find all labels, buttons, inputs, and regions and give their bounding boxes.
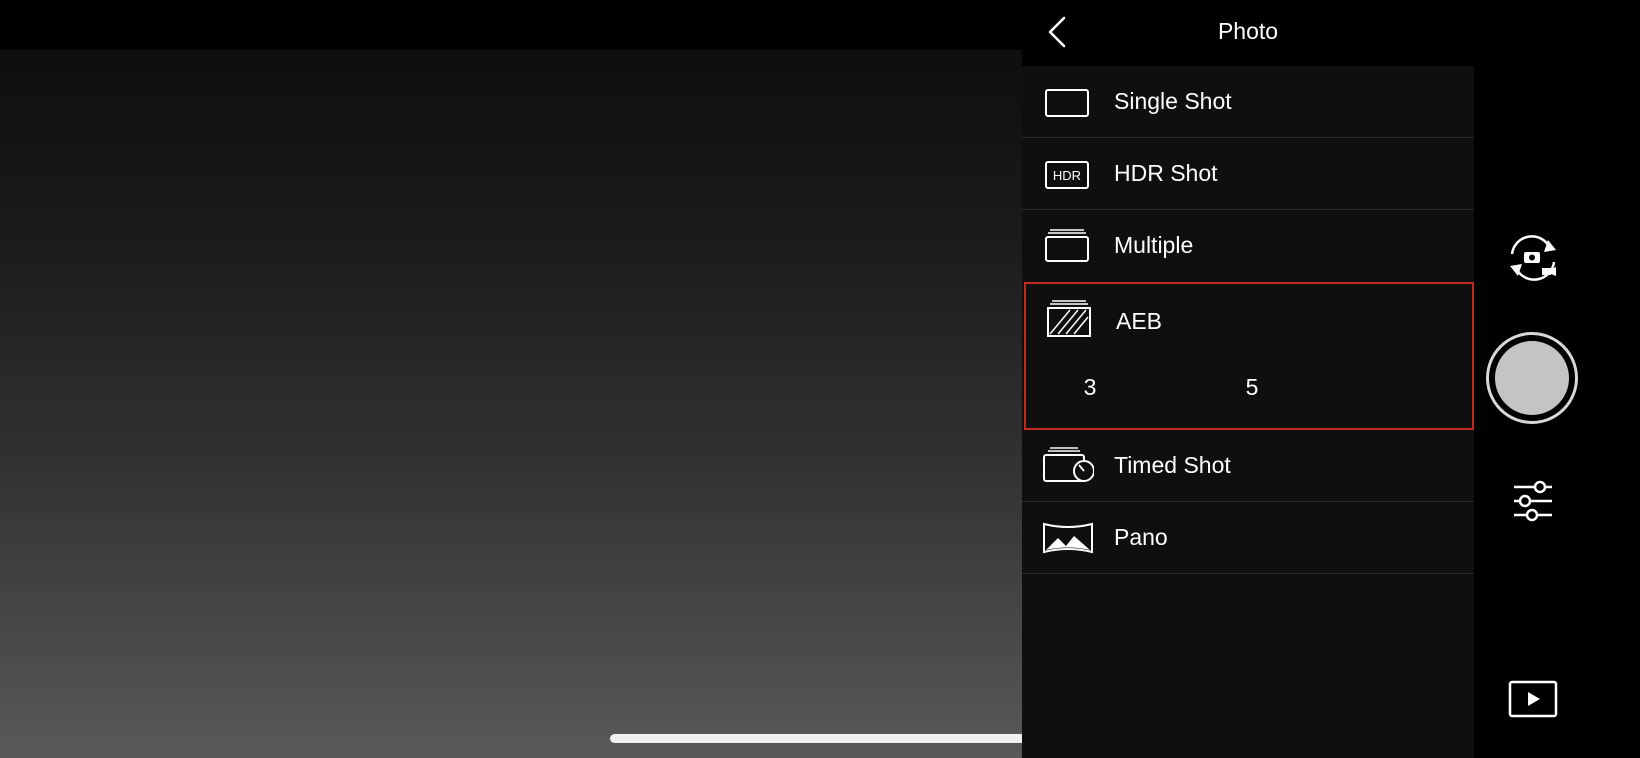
aeb-option-5[interactable]: 5 <box>1232 374 1272 401</box>
menu-item-label: Multiple <box>1114 232 1194 258</box>
menu-item-multiple[interactable]: Multiple <box>1022 210 1474 282</box>
camera-screen: Photo Single Shot HDR HDR Shot Multiple <box>0 0 1640 758</box>
shutter-button-core <box>1495 341 1569 415</box>
aeb-option-3[interactable]: 3 <box>1070 374 1110 401</box>
hdr-icon-text: HDR <box>1053 168 1081 183</box>
home-indicator[interactable] <box>610 734 1030 743</box>
menu-item-label: AEB <box>1116 308 1163 334</box>
shutter-button[interactable] <box>1486 332 1578 424</box>
sliders-icon[interactable] <box>1510 478 1556 524</box>
menu-item-label: Timed Shot <box>1114 452 1231 478</box>
multiple-shot-icon <box>1045 229 1089 262</box>
hdr-icon: HDR <box>1045 161 1089 189</box>
right-edge <box>1592 0 1640 758</box>
camera-video-switch-icon[interactable] <box>1504 232 1562 284</box>
menu-item-single-shot[interactable]: Single Shot <box>1022 66 1474 138</box>
menu-item-aeb[interactable]: AEB 3 5 <box>1024 282 1474 430</box>
menu-item-hdr-shot[interactable]: HDR HDR Shot <box>1022 138 1474 210</box>
single-shot-icon <box>1045 89 1089 117</box>
menu-item-label: HDR Shot <box>1114 160 1218 186</box>
pano-icon <box>1043 522 1093 554</box>
menu-item-label: Pano <box>1114 524 1168 550</box>
play-icon[interactable] <box>1508 680 1558 718</box>
menu-item-label: Single Shot <box>1114 88 1232 114</box>
menu-item-timed-shot[interactable]: Timed Shot <box>1022 430 1474 502</box>
menu-title: Photo <box>1217 18 1279 44</box>
menu-item-pano[interactable]: Pano <box>1022 502 1474 574</box>
timed-shot-icon <box>1043 447 1094 482</box>
aeb-icon <box>1047 300 1091 337</box>
camera-preview[interactable] <box>0 50 1022 758</box>
menu-header: Photo <box>1022 0 1474 66</box>
photo-mode-menu: Photo Single Shot HDR HDR Shot Multiple <box>1022 0 1474 758</box>
